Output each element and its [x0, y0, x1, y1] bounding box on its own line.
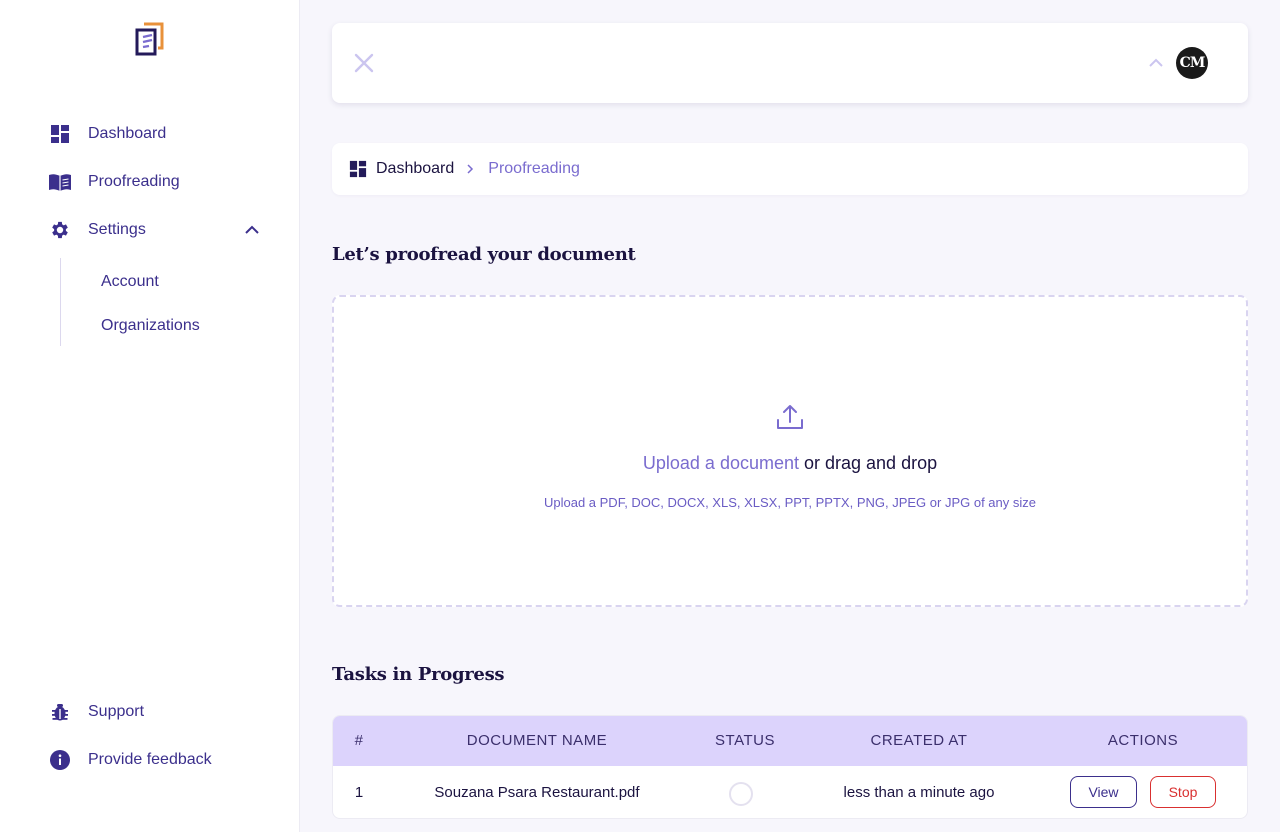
- sidebar-item-settings[interactable]: Settings: [48, 218, 146, 242]
- top-header: CM: [332, 23, 1248, 103]
- submenu-divider: [60, 258, 61, 346]
- page-title: Let’s proofread your document: [332, 244, 636, 265]
- row-created-at: less than a minute ago: [843, 784, 995, 801]
- sidebar: Dashboard Proofreading Settings Account …: [0, 0, 300, 832]
- view-button[interactable]: View: [1070, 776, 1137, 808]
- info-icon: [48, 748, 72, 772]
- gear-icon: [48, 218, 72, 242]
- chevron-up-icon[interactable]: [1146, 53, 1166, 73]
- sidebar-item-label: Dashboard: [88, 125, 167, 142]
- table-row: 1 Souzana Psara Restaurant.pdf less than…: [333, 766, 1247, 818]
- upload-instruction: Upload a document or drag and drop: [334, 453, 1246, 474]
- sidebar-item-support[interactable]: Support: [48, 700, 144, 724]
- close-icon[interactable]: [352, 51, 376, 75]
- tasks-title: Tasks in Progress: [332, 664, 505, 685]
- dashboard-icon: [349, 160, 367, 178]
- upload-dropzone[interactable]: Upload a document or drag and drop Uploa…: [332, 295, 1248, 607]
- table-header: # DOCUMENT NAME STATUS CREATED AT ACTION…: [333, 716, 1247, 766]
- breadcrumb: Dashboard Proofreading: [332, 143, 1248, 195]
- sidebar-item-account[interactable]: Account: [101, 273, 159, 291]
- row-index: 1: [354, 784, 364, 801]
- bug-icon: [48, 700, 72, 724]
- sidebar-item-label: Support: [88, 703, 145, 720]
- sidebar-item-label: Settings: [88, 221, 146, 238]
- row-document-name: Souzana Psara Restaurant.pdf: [434, 784, 640, 801]
- sidebar-item-label: Provide feedback: [88, 751, 212, 768]
- sidebar-item-proofreading[interactable]: Proofreading: [48, 170, 180, 194]
- book-icon: [48, 170, 72, 194]
- column-header-status: STATUS: [715, 732, 775, 749]
- tasks-table: # DOCUMENT NAME STATUS CREATED AT ACTION…: [332, 715, 1248, 819]
- column-header-created-at: CREATED AT: [870, 732, 968, 749]
- breadcrumb-dashboard-link[interactable]: Dashboard: [376, 160, 454, 178]
- chevron-up-icon[interactable]: [242, 220, 262, 240]
- sidebar-item-feedback[interactable]: Provide feedback: [48, 748, 212, 772]
- document-lines-logo[interactable]: [134, 22, 166, 56]
- dashboard-icon: [48, 122, 72, 146]
- stop-button[interactable]: Stop: [1150, 776, 1216, 808]
- upload-hint: Upload a PDF, DOC, DOCX, XLS, XLSX, PPT,…: [543, 495, 1036, 510]
- sidebar-item-organizations[interactable]: Organizations: [101, 317, 200, 335]
- column-header-document-name: DOCUMENT NAME: [466, 732, 608, 749]
- sidebar-item-dashboard[interactable]: Dashboard: [48, 122, 166, 146]
- upload-rest-text: or drag and drop: [799, 453, 938, 473]
- column-header-actions: ACTIONS: [1107, 732, 1179, 749]
- column-header-index: #: [354, 732, 364, 749]
- breadcrumb-current: Proofreading: [488, 160, 580, 177]
- upload-icon: [774, 401, 806, 433]
- avatar[interactable]: CM: [1176, 47, 1208, 79]
- loading-spinner-icon: [729, 782, 753, 806]
- sidebar-item-label: Proofreading: [88, 173, 180, 190]
- chevron-right-icon: [464, 162, 478, 176]
- upload-document-link[interactable]: Upload a document: [643, 453, 799, 473]
